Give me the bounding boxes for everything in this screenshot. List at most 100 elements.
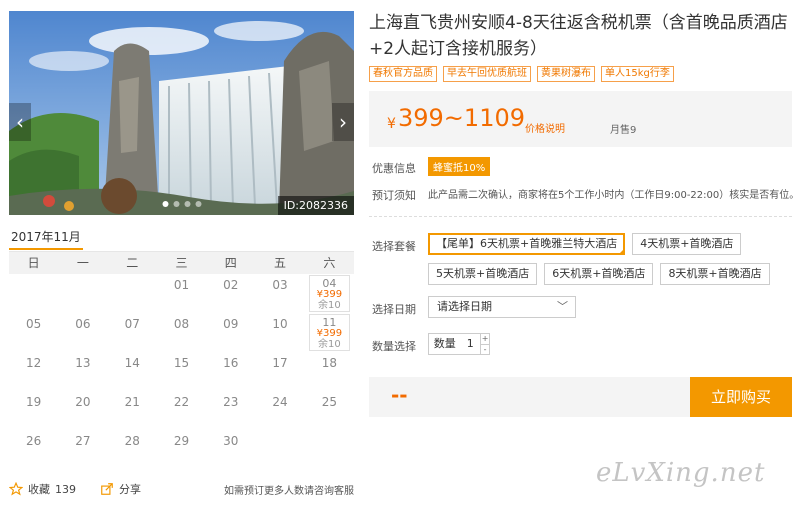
notice-text: 此产品需二次确认，商家将在5个工作小时内（工作日9:00-22:00）核实是否有… xyxy=(428,190,800,201)
calendar-day[interactable]: 28 xyxy=(108,430,157,469)
favorite-count: 139 xyxy=(55,482,76,496)
product-tag: 黄果树瀑布 xyxy=(537,66,595,82)
calendar-day[interactable]: 17 xyxy=(255,352,304,391)
calendar-day[interactable]: 15 xyxy=(157,352,206,391)
package-label: 选择套餐 xyxy=(372,240,416,253)
calendar-day[interactable]: 05 xyxy=(9,313,58,352)
favorite-label: 收藏 xyxy=(28,483,50,496)
price-range: 399~1109 xyxy=(398,104,525,132)
calendar-day[interactable]: 21 xyxy=(108,391,157,430)
share-icon xyxy=(101,483,113,495)
date-select[interactable]: 请选择日期 ﹀ xyxy=(428,296,576,318)
quantity-input[interactable]: 1 xyxy=(460,334,480,354)
package-option[interactable]: 8天机票+首晚酒店 xyxy=(660,263,770,285)
waterfall-photo xyxy=(9,11,354,215)
calendar-day[interactable]: 13 xyxy=(58,352,107,391)
calendar-empty-cell xyxy=(9,274,58,313)
chevron-down-icon: ﹀ xyxy=(557,300,568,313)
calendar-weekday: 日 xyxy=(27,256,40,270)
calendar-day[interactable]: 19 xyxy=(9,391,58,430)
calendar-day[interactable]: 29 xyxy=(157,430,206,469)
calendar-day[interactable]: 18 xyxy=(305,352,354,391)
calendar-day[interactable]: 27 xyxy=(58,430,107,469)
quantity-plus-button[interactable]: + xyxy=(481,334,489,345)
carousel-dot[interactable] xyxy=(184,201,190,207)
calendar-day-number: 11 xyxy=(322,316,337,329)
quantity-field-label: 数量 xyxy=(433,337,456,350)
calendar-empty-cell xyxy=(58,274,107,313)
buy-bar: -- 立即购买 xyxy=(369,377,792,417)
calendar-weekday: 二 xyxy=(126,256,139,270)
date-select-value: 请选择日期 xyxy=(437,300,492,313)
calendar-day[interactable]: 22 xyxy=(157,391,206,430)
calendar-weekday: 三 xyxy=(175,256,188,270)
calendar-day[interactable]: 25 xyxy=(305,391,354,430)
calendar-month-tab[interactable]: 2017年11月 xyxy=(9,226,354,251)
carousel-dot[interactable] xyxy=(195,201,201,207)
package-options: 【尾单】6天机票+首晚雅兰特大酒店 4天机票+首晚酒店 5天机票+首晚酒店 6天机票+… xyxy=(428,233,792,285)
calendar-day[interactable]: 10 xyxy=(255,313,304,352)
package-option[interactable]: 5天机票+首晚酒店 xyxy=(428,263,538,285)
calendar-day[interactable]: 24 xyxy=(255,391,304,430)
share-label: 分享 xyxy=(119,483,141,496)
product-tag: 早去午回优质航班 xyxy=(443,66,531,82)
calendar-day[interactable]: 23 xyxy=(206,391,255,430)
calendar-weekday: 一 xyxy=(76,256,89,270)
monthly-sales: 月售9 xyxy=(610,125,637,136)
product-image-carousel[interactable]: ‹ › ID:2082336 xyxy=(9,11,354,215)
price-explain-link[interactable]: 价格说明 xyxy=(525,120,565,135)
package-option[interactable]: 4天机票+首晚酒店 xyxy=(632,233,742,255)
carousel-next-arrow-icon[interactable]: › xyxy=(332,103,354,141)
star-icon xyxy=(9,482,23,496)
carousel-dot[interactable] xyxy=(173,201,179,207)
calendar-day[interactable]: 06 xyxy=(58,313,107,352)
calendar-day-available[interactable]: 11 ¥399 余10 xyxy=(308,314,350,351)
calendar-day-number: 04 xyxy=(322,277,337,290)
calendar-day-price: ¥399 xyxy=(316,289,343,300)
calendar-day[interactable]: 08 xyxy=(157,313,206,352)
calendar-weekday: 五 xyxy=(274,256,287,270)
calendar-weekday: 六 xyxy=(323,256,336,270)
quantity-stepper: 数量 1 + - xyxy=(428,333,490,355)
share-button[interactable]: 分享 xyxy=(100,481,141,497)
package-option[interactable]: 【尾单】6天机票+首晚雅兰特大酒店 xyxy=(428,233,626,255)
promo-badge: 蜂蜜抵10% xyxy=(428,157,491,176)
package-option[interactable]: 6天机票+首晚酒店 xyxy=(544,263,654,285)
calendar-day[interactable]: 09 xyxy=(206,313,255,352)
image-id-badge: ID:2082336 xyxy=(277,196,354,215)
site-watermark: eLvXing.net xyxy=(596,458,766,488)
quantity-minus-button[interactable]: - xyxy=(481,345,489,355)
action-footer: 收藏 139 分享 如需预订更多人数请咨询客服 xyxy=(9,479,354,499)
carousel-dots[interactable] xyxy=(162,201,201,207)
calendar-day[interactable]: 30 xyxy=(206,430,255,469)
product-tag: 春秋官方品质 xyxy=(369,66,437,82)
calendar-day[interactable]: 26 xyxy=(9,430,58,469)
carousel-dot[interactable] xyxy=(162,201,168,207)
total-price: -- xyxy=(391,383,408,407)
calendar-day[interactable]: 07 xyxy=(108,313,157,352)
product-tag: 单人15kg行李 xyxy=(601,66,674,82)
calendar-day[interactable]: 12 xyxy=(9,352,58,391)
calendar-day-remaining: 余10 xyxy=(317,339,341,350)
product-tags: 春秋官方品质 早去午回优质航班 黄果树瀑布 单人15kg行李 xyxy=(369,66,674,82)
quantity-steps: + - xyxy=(480,334,489,354)
calendar-day[interactable]: 16 xyxy=(206,352,255,391)
buy-now-button[interactable]: 立即购买 xyxy=(690,377,792,417)
carousel-prev-arrow-icon[interactable]: ‹ xyxy=(9,103,31,141)
price-panel: ¥ 399~1109 价格说明 月售9 xyxy=(369,91,792,147)
calendar-day[interactable]: 20 xyxy=(58,391,107,430)
quantity-label: 数量选择 xyxy=(372,340,416,353)
calendar-day[interactable]: 01 xyxy=(157,274,206,313)
calendar-month-label: 2017年11月 xyxy=(9,226,83,250)
calendar-day[interactable]: 02 xyxy=(206,274,255,313)
price-calendar: 2017年11月 日一二三四五六 01 02 03 04 ¥399 余10 05 06 07 08… xyxy=(9,226,354,469)
calendar-day[interactable]: 14 xyxy=(108,352,157,391)
calendar-empty-cell xyxy=(108,274,157,313)
price-currency: ¥ xyxy=(387,116,396,132)
calendar-day-remaining: 余10 xyxy=(317,300,341,311)
favorite-button[interactable]: 收藏 139 xyxy=(9,481,76,497)
calendar-day-price: ¥399 xyxy=(316,328,343,339)
calendar-day-available[interactable]: 04 ¥399 余10 xyxy=(308,275,350,312)
calendar-header: 2017年11月 xyxy=(9,226,354,252)
calendar-day[interactable]: 03 xyxy=(255,274,304,313)
